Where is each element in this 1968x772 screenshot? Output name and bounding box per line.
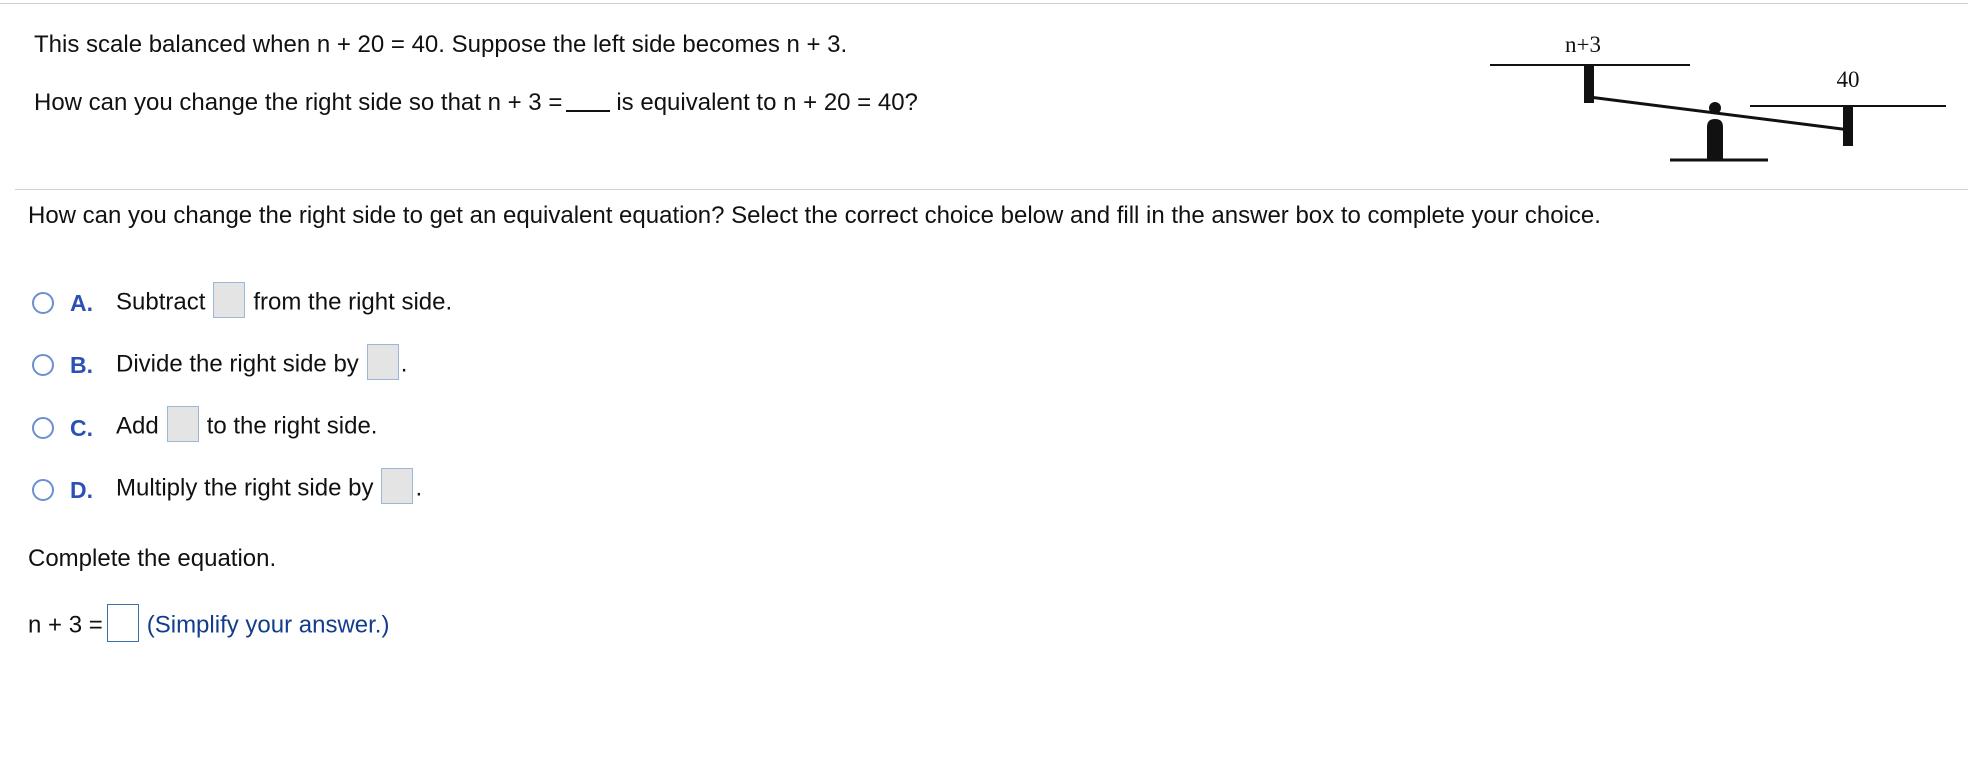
- choice-d-text: Multiply the right side by.: [116, 468, 423, 504]
- right-pan-post: [1843, 106, 1853, 146]
- choice-c-answer-box[interactable]: [166, 406, 199, 442]
- complete-equation-prompt: Complete the equation.: [28, 545, 277, 572]
- question-prompt: How can you change the right side to get…: [28, 202, 1601, 229]
- choice-d-pre: Multiply the right side by: [116, 474, 374, 502]
- choice-a-text: Subtract from the right side.: [116, 282, 453, 318]
- choice-a-radio[interactable]: [32, 292, 54, 314]
- choice-b-answer-box[interactable]: [366, 344, 399, 380]
- choice-a-answer-box[interactable]: [213, 282, 246, 318]
- choice-c-text: Add to the right side.: [116, 406, 378, 442]
- simplify-hint: (Simplify your answer.): [146, 611, 390, 639]
- right-pan-label: 40: [1837, 67, 1860, 92]
- choice-a-pre: Subtract: [116, 288, 206, 316]
- left-pan-label: n+3: [1565, 32, 1601, 57]
- section-divider: [15, 189, 1968, 190]
- choice-b-letter: B.: [70, 352, 93, 378]
- choice-b-post: .: [400, 350, 408, 378]
- balance-scale-figure: n+3 40: [1490, 32, 1946, 162]
- choice-c-letter: C.: [70, 415, 93, 441]
- choice-a-letter: A.: [70, 290, 93, 316]
- choice-d-letter: D.: [70, 477, 93, 503]
- choice-d-radio[interactable]: [32, 479, 54, 501]
- equation-lhs: n + 3 =: [28, 611, 103, 639]
- choice-d-post: .: [415, 474, 423, 502]
- choice-a-post: from the right side.: [253, 288, 453, 316]
- choice-c-radio[interactable]: [32, 417, 54, 439]
- choice-b-text: Divide the right side by.: [116, 344, 408, 380]
- equation-row: n + 3 = (Simplify your answer.): [28, 604, 390, 642]
- choice-b-pre: Divide the right side by: [116, 350, 359, 378]
- scale-fulcrum: [1707, 119, 1723, 160]
- choice-d-answer-box[interactable]: [381, 468, 414, 504]
- choice-c-post: to the right side.: [206, 412, 378, 440]
- choice-b-radio[interactable]: [32, 354, 54, 376]
- scale-pivot: [1709, 102, 1721, 114]
- choice-c-pre: Add: [116, 412, 159, 440]
- equation-answer-input[interactable]: [106, 604, 139, 642]
